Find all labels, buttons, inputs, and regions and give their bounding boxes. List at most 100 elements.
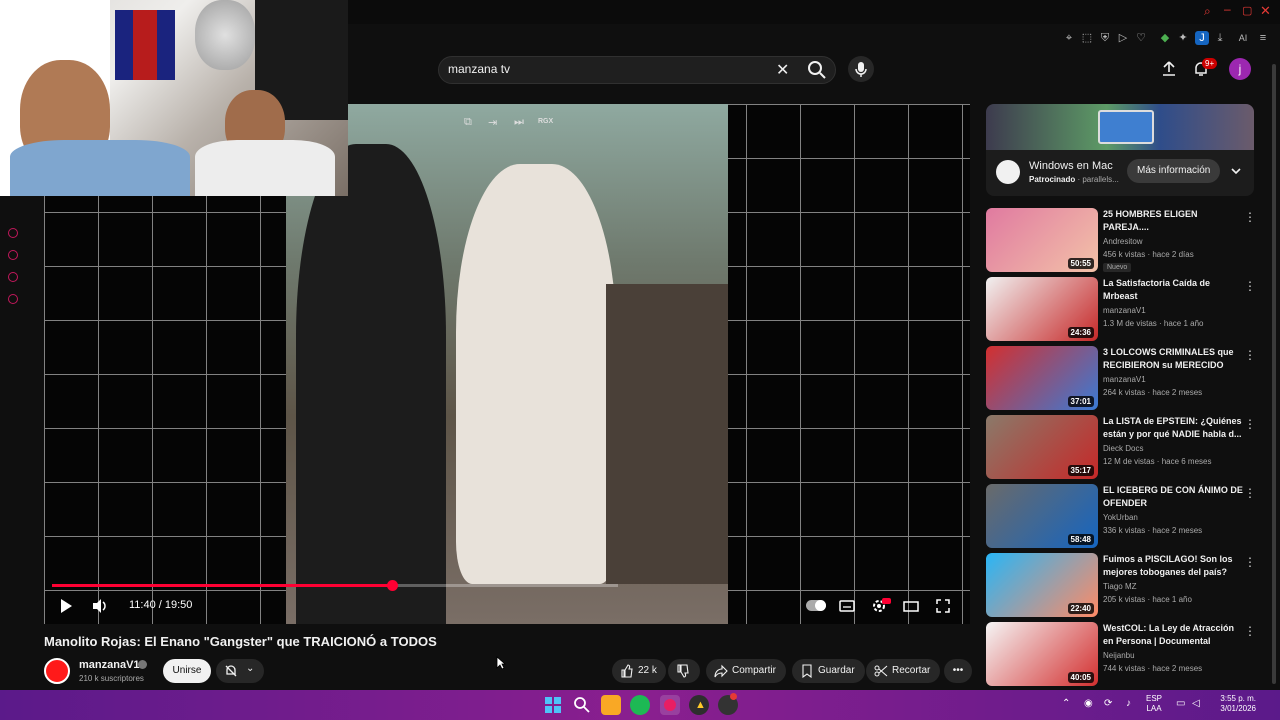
more-vertical-icon[interactable]: ⋮ — [1244, 624, 1256, 638]
windows-start-icon[interactable] — [543, 695, 563, 715]
channel-avatar[interactable] — [44, 658, 70, 684]
more-vertical-icon[interactable]: ⋮ — [1244, 417, 1256, 431]
menu-icon[interactable]: ≡ — [1256, 31, 1270, 45]
video-thumbnail[interactable]: 50:55 — [986, 208, 1098, 272]
maximize-icon[interactable]: ▢ — [1242, 4, 1252, 17]
recommendation-channel[interactable]: Neijanbu — [1103, 651, 1135, 660]
recommendation-channel[interactable]: YokUrban — [1103, 513, 1138, 522]
taskbar-search-icon[interactable] — [572, 695, 592, 715]
sidebar-history-icon[interactable] — [8, 250, 18, 260]
channel-name[interactable]: manzanaV1 — [79, 659, 140, 671]
join-button[interactable]: Unirse — [163, 659, 211, 683]
recommendation-item[interactable]: 58:48 EL ICEBERG DE CON ÁNIMO DE OFENDER Y… — [986, 484, 1266, 548]
search-input[interactable]: manzana tv — [448, 62, 510, 76]
upload-icon[interactable] — [1160, 60, 1178, 78]
more-vertical-icon[interactable]: ⋮ — [1244, 348, 1256, 362]
recommendation-title[interactable]: 3 LOLCOWS CRIMINALES que RECIBIERON su M… — [1103, 346, 1243, 372]
sidebar-home-icon[interactable] — [8, 228, 18, 238]
progress-scrubber[interactable] — [386, 580, 398, 591]
voice-search-button[interactable] — [848, 56, 874, 82]
video-thumbnail[interactable]: 37:01 — [986, 346, 1098, 410]
spotify-icon[interactable] — [630, 695, 650, 715]
download-icon[interactable]: ⤓ — [1213, 31, 1227, 45]
duration-badge: 35:17 — [1067, 465, 1094, 476]
tray-sync-icon[interactable]: ⟳ — [1104, 698, 1112, 709]
shield-icon[interactable]: ⛨ — [1098, 31, 1112, 45]
bookmark-icon[interactable]: ⌖ — [1062, 31, 1076, 45]
video-thumbnail[interactable]: 22:40 — [986, 553, 1098, 617]
subscription-bell-button[interactable]: ⌄ — [216, 659, 264, 683]
ad-more-info-button[interactable]: Más información — [1127, 159, 1221, 183]
tray-chevron-up-icon[interactable]: ⌃ — [1062, 698, 1070, 709]
next-icon[interactable]: ⏭ — [514, 116, 524, 129]
more-vertical-icon[interactable]: ⋮ — [1244, 279, 1256, 293]
account-avatar[interactable]: j — [1229, 58, 1251, 80]
autoplay-toggle[interactable] — [806, 600, 826, 611]
video-thumbnail[interactable]: 35:17 — [986, 415, 1098, 479]
search-button[interactable] — [805, 58, 829, 82]
cast-icon[interactable]: ⇥ — [488, 116, 497, 129]
recommendation-channel[interactable]: manzanaV1 — [1103, 375, 1146, 384]
recommendation-channel[interactable]: manzanaV1 — [1103, 306, 1146, 315]
sidebar-playlist-icon[interactable] — [8, 272, 18, 282]
subtitles-icon[interactable] — [838, 597, 856, 615]
file-explorer-icon[interactable] — [601, 695, 621, 715]
sidebar-settings-icon[interactable] — [8, 294, 18, 304]
network-icon[interactable]: ▭ — [1176, 698, 1185, 709]
close-icon[interactable]: ✕ — [1260, 3, 1271, 19]
video-thumbnail[interactable]: 40:05 — [986, 622, 1098, 686]
clip-button[interactable]: Recortar — [866, 659, 941, 683]
profile-icon[interactable]: J — [1195, 31, 1209, 45]
system-clock[interactable]: 3:55 p. m. 3/01/2026 — [1210, 694, 1256, 714]
recommendation-item[interactable]: 50:55 25 HOMBRES ELIGEN PAREJA.... Andresi… — [986, 208, 1266, 272]
search-icon[interactable]: ⌕ — [1204, 4, 1211, 19]
dislike-button[interactable] — [668, 659, 700, 683]
recommendation-title[interactable]: 25 HOMBRES ELIGEN PAREJA.... — [1103, 208, 1243, 234]
more-vertical-icon[interactable]: ⋮ — [1244, 555, 1256, 569]
tray-mic-icon[interactable]: ♪ — [1126, 698, 1131, 709]
recommendation-title[interactable]: La LISTA de EPSTEIN: ¿Quiénes están y po… — [1103, 415, 1243, 441]
obs-icon[interactable] — [718, 693, 738, 715]
browser-taskbar-icon[interactable] — [660, 695, 680, 715]
more-actions-button[interactable]: ••• — [944, 659, 972, 683]
tray-app-icon[interactable]: ◉ — [1084, 698, 1093, 709]
recommendation-channel[interactable]: Dieck Docs — [1103, 444, 1143, 453]
like-button[interactable]: 22 k — [612, 659, 666, 683]
more-vertical-icon[interactable]: ⋮ — [1244, 210, 1256, 224]
language-indicator[interactable]: ESP LAA — [1146, 694, 1162, 714]
video-thumbnail[interactable]: 58:48 — [986, 484, 1098, 548]
recommendation-item[interactable]: 22:40 Fuimos a PISCILAGO! Son los mejores… — [986, 553, 1266, 617]
video-thumbnail[interactable]: 24:36 — [986, 277, 1098, 341]
screenshot-icon[interactable]: ⬚ — [1080, 31, 1094, 45]
play-button[interactable] — [57, 597, 75, 615]
recommendation-title[interactable]: La Satisfactoria Caída de Mrbeast — [1103, 277, 1243, 303]
recommendation-item[interactable]: 40:05 WestCOL: La Ley de Atracción en Per… — [986, 622, 1266, 686]
scrollbar[interactable] — [1272, 64, 1276, 684]
recommendation-channel[interactable]: Andresitow — [1103, 237, 1143, 246]
speaker-icon[interactable]: ◁ — [1192, 698, 1200, 709]
recommendation-title[interactable]: Fuimos a PISCILAGO! Son los mejores tobo… — [1103, 553, 1243, 579]
recommendation-channel[interactable]: Tiago MZ — [1103, 582, 1137, 591]
pip-icon[interactable]: ⧉ — [464, 116, 472, 129]
save-button[interactable]: Guardar — [792, 659, 865, 683]
fullscreen-icon[interactable] — [934, 597, 952, 615]
volume-icon[interactable] — [91, 597, 109, 615]
extension-icon[interactable]: ◆ — [1158, 31, 1172, 45]
minimize-icon[interactable]: – — [1224, 2, 1231, 16]
puzzle-icon[interactable]: ✦ — [1176, 31, 1190, 45]
recommendation-title[interactable]: EL ICEBERG DE CON ÁNIMO DE OFENDER — [1103, 484, 1243, 510]
recommendation-item[interactable]: 24:36 La Satisfactoria Caída de Mrbeast ma… — [986, 277, 1266, 341]
heart-icon[interactable]: ♡ — [1134, 31, 1148, 45]
more-vertical-icon[interactable]: ⋮ — [1244, 486, 1256, 500]
ai-icon[interactable]: AI — [1234, 31, 1252, 45]
play-icon[interactable]: ▷ — [1116, 31, 1130, 45]
theater-mode-icon[interactable] — [902, 597, 920, 615]
recommendation-title[interactable]: WestCOL: La Ley de Atracción en Persona … — [1103, 622, 1243, 648]
ad-banner-image[interactable] — [986, 104, 1254, 150]
app-taskbar-icon[interactable]: ▲ — [689, 695, 709, 715]
clear-search-icon[interactable]: ✕ — [776, 60, 789, 80]
chevron-down-icon[interactable] — [1229, 164, 1243, 178]
share-button[interactable]: Compartir — [706, 659, 786, 683]
recommendation-item[interactable]: 35:17 La LISTA de EPSTEIN: ¿Quiénes están… — [986, 415, 1266, 479]
recommendation-item[interactable]: 37:01 3 LOLCOWS CRIMINALES que RECIBIERON… — [986, 346, 1266, 410]
